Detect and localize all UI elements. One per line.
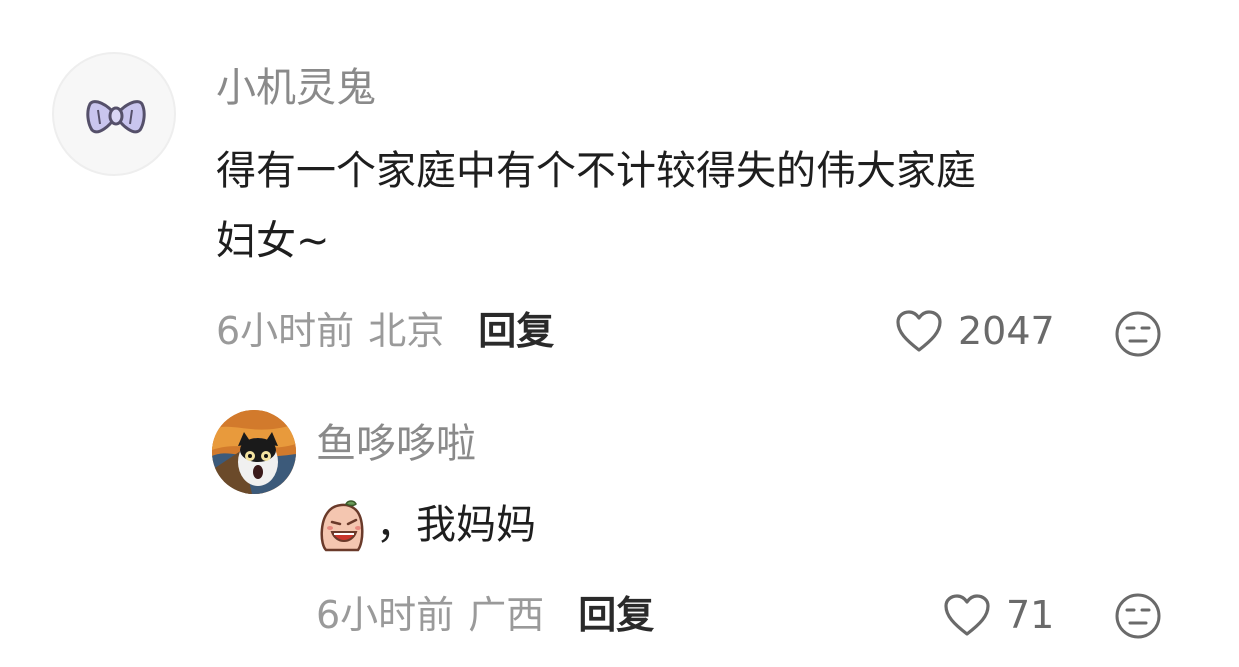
unamused-face-icon — [1115, 311, 1161, 357]
reply-button[interactable]: 回复 — [478, 308, 554, 354]
comment-text-line: 妇女~ — [216, 218, 330, 264]
timestamp: 6小时前 — [316, 593, 455, 637]
avatar[interactable] — [52, 52, 176, 176]
comment-text-line: ，我妈妈 — [376, 502, 536, 548]
location: 广西 — [468, 593, 545, 637]
comment-text: ，我妈妈 — [318, 490, 536, 560]
like-button[interactable]: 71 — [942, 592, 1054, 638]
reply-button[interactable]: 回复 — [578, 592, 654, 638]
like-count: 71 — [1006, 593, 1055, 637]
scream-cat-avatar — [212, 410, 296, 494]
comment-meta: 6小时前 北京 回复 — [216, 308, 554, 354]
like-button[interactable]: 2047 — [894, 308, 1055, 354]
comment-item: 小机灵鬼 得有一个家庭中有个不计较得失的伟大家庭 妇女~ 6小时前 北京 回复 … — [0, 0, 1239, 380]
comment-text-line: 得有一个家庭中有个不计较得失的伟大家庭 — [216, 148, 976, 194]
dislike-button[interactable] — [1114, 592, 1162, 644]
bow-icon — [86, 100, 146, 134]
crying-face-sticker — [318, 498, 366, 552]
location: 北京 — [368, 309, 445, 353]
avatar[interactable] — [212, 410, 296, 494]
comment-text: 得有一个家庭中有个不计较得失的伟大家庭 妇女~ — [216, 136, 976, 276]
heart-icon — [896, 310, 942, 352]
comment-meta: 6小时前 广西 回复 — [316, 592, 654, 638]
username[interactable]: 鱼哆哆啦 — [316, 420, 476, 468]
like-count: 2047 — [958, 309, 1055, 353]
unamused-face-icon — [1115, 593, 1161, 639]
reply-comment-item: 鱼哆哆啦 ，我妈妈 6小时前 广西 回复 71 — [0, 400, 1239, 667]
username[interactable]: 小机灵鬼 — [216, 64, 376, 112]
heart-icon — [944, 594, 990, 636]
timestamp: 6小时前 — [216, 309, 355, 353]
dislike-button[interactable] — [1114, 310, 1162, 362]
